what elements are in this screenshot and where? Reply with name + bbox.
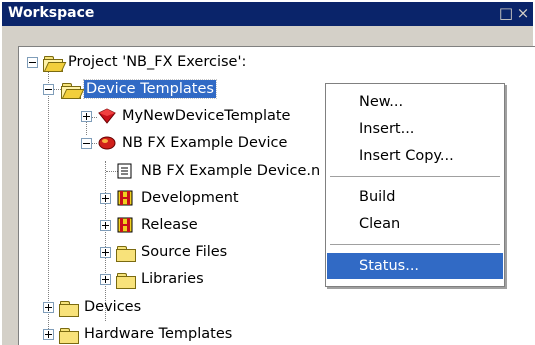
workspace-titlebar: Workspace □ × — [2, 2, 533, 26]
expand-devices-toggle[interactable] — [43, 302, 54, 313]
menu-item-new[interactable]: New... — [327, 89, 503, 115]
folder-icon — [59, 300, 79, 317]
menu-item-insert[interactable]: Insert... — [327, 116, 503, 142]
expand-release-toggle[interactable] — [100, 220, 111, 231]
tree-item-hardware-templates[interactable]: Hardware Templates — [59, 322, 234, 345]
expand-source-files-toggle[interactable] — [100, 247, 111, 258]
tree-item-project[interactable]: Project 'NB_FX Exercise': — [43, 50, 248, 74]
menu-item-build[interactable]: Build — [327, 184, 503, 210]
collapse-example-device-toggle[interactable] — [81, 138, 92, 149]
folder-icon — [116, 245, 136, 262]
tree-item-libraries[interactable]: Libraries — [116, 267, 206, 291]
menu-separator — [330, 176, 500, 177]
tree-item-source-files-label: Source Files — [141, 244, 228, 260]
tree-item-libraries-label: Libraries — [141, 271, 204, 287]
tree-item-device-templates-label: Device Templates — [83, 79, 217, 99]
close-icon[interactable]: × — [515, 5, 531, 21]
tree-item-my-template[interactable]: MyNewDeviceTemplate — [97, 104, 292, 128]
restore-icon[interactable]: □ — [498, 5, 514, 21]
tree-item-devices-label: Devices — [84, 299, 142, 315]
tree-item-source-files[interactable]: Source Files — [116, 240, 229, 264]
menu-item-status[interactable]: Status... — [327, 253, 503, 279]
device-template-icon — [97, 108, 117, 124]
menu-item-clean[interactable]: Clean — [327, 211, 503, 237]
tree-item-hardware-templates-label: Hardware Templates — [84, 326, 233, 342]
tree-item-release-label: Release — [141, 217, 198, 233]
open-folder-icon — [43, 55, 67, 72]
menu-item-insert-copy[interactable]: Insert Copy... — [327, 143, 503, 169]
tree-item-devices[interactable]: Devices — [59, 295, 143, 319]
document-icon — [116, 163, 136, 179]
tree-item-example-file[interactable]: NB FX Example Device.n — [116, 159, 322, 183]
expand-libraries-toggle[interactable] — [100, 274, 111, 285]
tree-item-example-device-label: NB FX Example Device — [122, 135, 288, 151]
tree-item-development-label: Development — [141, 190, 239, 206]
expand-my-template-toggle[interactable] — [81, 111, 92, 122]
folder-icon — [116, 272, 136, 289]
context-menu: New... Insert... Insert Copy... Build Cl… — [325, 83, 505, 287]
folder-icon — [59, 327, 79, 344]
expand-hardware-templates-toggle[interactable] — [43, 329, 54, 340]
tree-item-release[interactable]: Release — [116, 213, 200, 237]
menu-separator — [330, 244, 500, 245]
tree-item-development[interactable]: Development — [116, 186, 241, 210]
device-icon — [97, 135, 117, 151]
collapse-root-toggle[interactable] — [27, 57, 38, 68]
collapse-device-templates-toggle[interactable] — [43, 84, 54, 95]
expand-development-toggle[interactable] — [100, 193, 111, 204]
tree-item-device-templates[interactable]: Device Templates — [61, 77, 217, 101]
build-config-icon — [116, 190, 136, 206]
tree-item-example-device[interactable]: NB FX Example Device — [97, 131, 289, 155]
workspace-title: Workspace — [8, 5, 95, 21]
tree-item-my-template-label: MyNewDeviceTemplate — [122, 108, 291, 124]
build-config-icon — [116, 217, 136, 233]
open-folder-icon — [61, 82, 85, 99]
tree-item-example-file-label: NB FX Example Device.n — [141, 163, 321, 179]
tree-item-project-label: Project 'NB_FX Exercise': — [68, 54, 247, 70]
